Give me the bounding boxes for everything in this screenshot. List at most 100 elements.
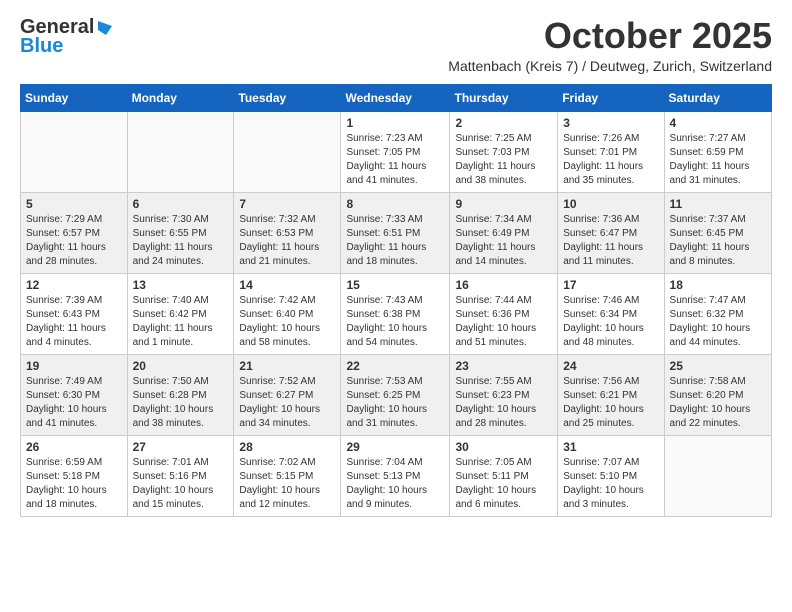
table-row: 19 Sunrise: 7:49 AMSunset: 6:30 PMDayligh…: [21, 354, 128, 435]
subtitle: Mattenbach (Kreis 7) / Deutweg, Zurich, …: [448, 58, 772, 74]
logo: General Blue: [20, 16, 114, 58]
table-row: 7 Sunrise: 7:32 AMSunset: 6:53 PMDaylight…: [234, 192, 341, 273]
day-info: Sunrise: 7:27 AMSunset: 6:59 PMDaylight:…: [670, 132, 766, 188]
day-info: Sunrise: 7:25 AMSunset: 7:03 PMDaylight:…: [455, 132, 552, 188]
day-info: Sunrise: 7:39 AMSunset: 6:43 PMDaylight:…: [26, 294, 122, 350]
day-info: Sunrise: 7:02 AMSunset: 5:15 PMDaylight:…: [239, 456, 335, 512]
day-info: Sunrise: 7:37 AMSunset: 6:45 PMDaylight:…: [670, 213, 766, 269]
table-row: 21 Sunrise: 7:52 AMSunset: 6:27 PMDayligh…: [234, 354, 341, 435]
table-row: 25Sunrise: 7:58 AMSunset: 6:20 PMDayligh…: [664, 354, 771, 435]
day-number: 23: [455, 359, 552, 373]
day-info: Sunrise: 7:01 AMSunset: 5:16 PMDaylight:…: [133, 456, 229, 512]
header: General Blue October 2025 Mattenbach (Kr…: [20, 16, 772, 74]
day-number: 28: [239, 440, 335, 454]
table-row: 6 Sunrise: 7:30 AMSunset: 6:55 PMDaylight…: [127, 192, 234, 273]
title-block: October 2025 Mattenbach (Kreis 7) / Deut…: [448, 16, 772, 74]
calendar-table: Sunday Monday Tuesday Wednesday Thursday…: [20, 84, 772, 517]
col-monday: Monday: [127, 84, 234, 111]
day-number: 19: [26, 359, 122, 373]
day-number: 5: [26, 197, 122, 211]
table-row: 23Sunrise: 7:55 AMSunset: 6:23 PMDayligh…: [450, 354, 558, 435]
table-row: [234, 111, 341, 192]
day-info: Sunrise: 7:42 AMSunset: 6:40 PMDaylight:…: [239, 294, 335, 350]
table-row: 22Sunrise: 7:53 AMSunset: 6:25 PMDayligh…: [341, 354, 450, 435]
table-row: 30Sunrise: 7:05 AMSunset: 5:11 PMDayligh…: [450, 435, 558, 516]
day-number: 29: [346, 440, 444, 454]
day-number: 7: [239, 197, 335, 211]
day-number: 6: [133, 197, 229, 211]
day-info: Sunrise: 7:50 AMSunset: 6:28 PMDaylight:…: [133, 375, 229, 431]
day-number: 4: [670, 116, 766, 130]
day-info: Sunrise: 7:46 AMSunset: 6:34 PMDaylight:…: [563, 294, 658, 350]
day-info: Sunrise: 7:36 AMSunset: 6:47 PMDaylight:…: [563, 213, 658, 269]
day-number: 8: [346, 197, 444, 211]
day-number: 24: [563, 359, 658, 373]
logo-icon: [96, 19, 114, 37]
day-info: Sunrise: 7:47 AMSunset: 6:32 PMDaylight:…: [670, 294, 766, 350]
table-row: 13 Sunrise: 7:40 AMSunset: 6:42 PMDayligh…: [127, 273, 234, 354]
day-info: Sunrise: 7:40 AMSunset: 6:42 PMDaylight:…: [133, 294, 229, 350]
day-info: Sunrise: 7:52 AMSunset: 6:27 PMDaylight:…: [239, 375, 335, 431]
day-info: Sunrise: 7:30 AMSunset: 6:55 PMDaylight:…: [133, 213, 229, 269]
day-number: 10: [563, 197, 658, 211]
calendar-week-row: 12 Sunrise: 7:39 AMSunset: 6:43 PMDayligh…: [21, 273, 772, 354]
day-info: Sunrise: 7:44 AMSunset: 6:36 PMDaylight:…: [455, 294, 552, 350]
table-row: 20 Sunrise: 7:50 AMSunset: 6:28 PMDayligh…: [127, 354, 234, 435]
day-number: 30: [455, 440, 552, 454]
table-row: 12 Sunrise: 7:39 AMSunset: 6:43 PMDayligh…: [21, 273, 128, 354]
calendar-week-row: 1 Sunrise: 7:23 AMSunset: 7:05 PMDaylight…: [21, 111, 772, 192]
day-info: Sunrise: 6:59 AMSunset: 5:18 PMDaylight:…: [26, 456, 122, 512]
logo-blue: Blue: [20, 35, 63, 58]
table-row: 18 Sunrise: 7:47 AMSunset: 6:32 PMDayligh…: [664, 273, 771, 354]
day-number: 13: [133, 278, 229, 292]
day-number: 3: [563, 116, 658, 130]
table-row: 24 Sunrise: 7:56 AMSunset: 6:21 PMDayligh…: [558, 354, 664, 435]
day-number: 20: [133, 359, 229, 373]
table-row: 9Sunrise: 7:34 AMSunset: 6:49 PMDaylight…: [450, 192, 558, 273]
col-thursday: Thursday: [450, 84, 558, 111]
day-number: 1: [346, 116, 444, 130]
table-row: 2 Sunrise: 7:25 AMSunset: 7:03 PMDaylight…: [450, 111, 558, 192]
day-info: Sunrise: 7:56 AMSunset: 6:21 PMDaylight:…: [563, 375, 658, 431]
calendar-week-row: 5 Sunrise: 7:29 AMSunset: 6:57 PMDaylight…: [21, 192, 772, 273]
day-number: 15: [346, 278, 444, 292]
day-number: 26: [26, 440, 122, 454]
day-number: 21: [239, 359, 335, 373]
table-row: 31Sunrise: 7:07 AMSunset: 5:10 PMDayligh…: [558, 435, 664, 516]
day-number: 14: [239, 278, 335, 292]
day-info: Sunrise: 7:29 AMSunset: 6:57 PMDaylight:…: [26, 213, 122, 269]
day-info: Sunrise: 7:07 AMSunset: 5:10 PMDaylight:…: [563, 456, 658, 512]
day-info: Sunrise: 7:04 AMSunset: 5:13 PMDaylight:…: [346, 456, 444, 512]
table-row: 27 Sunrise: 7:01 AMSunset: 5:16 PMDayligh…: [127, 435, 234, 516]
day-info: Sunrise: 7:49 AMSunset: 6:30 PMDaylight:…: [26, 375, 122, 431]
table-row: 26 Sunrise: 6:59 AMSunset: 5:18 PMDayligh…: [21, 435, 128, 516]
day-number: 12: [26, 278, 122, 292]
table-row: 1 Sunrise: 7:23 AMSunset: 7:05 PMDaylight…: [341, 111, 450, 192]
table-row: [127, 111, 234, 192]
day-number: 11: [670, 197, 766, 211]
day-number: 18: [670, 278, 766, 292]
day-info: Sunrise: 7:53 AMSunset: 6:25 PMDaylight:…: [346, 375, 444, 431]
col-friday: Friday: [558, 84, 664, 111]
table-row: 11 Sunrise: 7:37 AMSunset: 6:45 PMDayligh…: [664, 192, 771, 273]
table-row: [664, 435, 771, 516]
day-info: Sunrise: 7:26 AMSunset: 7:01 PMDaylight:…: [563, 132, 658, 188]
col-tuesday: Tuesday: [234, 84, 341, 111]
day-info: Sunrise: 7:33 AMSunset: 6:51 PMDaylight:…: [346, 213, 444, 269]
table-row: 3 Sunrise: 7:26 AMSunset: 7:01 PMDaylight…: [558, 111, 664, 192]
table-row: 17 Sunrise: 7:46 AMSunset: 6:34 PMDayligh…: [558, 273, 664, 354]
table-row: [21, 111, 128, 192]
day-number: 17: [563, 278, 658, 292]
day-number: 2: [455, 116, 552, 130]
col-sunday: Sunday: [21, 84, 128, 111]
page-container: General Blue October 2025 Mattenbach (Kr…: [0, 0, 792, 533]
table-row: 14 Sunrise: 7:42 AMSunset: 6:40 PMDayligh…: [234, 273, 341, 354]
day-info: Sunrise: 7:58 AMSunset: 6:20 PMDaylight:…: [670, 375, 766, 431]
day-info: Sunrise: 7:32 AMSunset: 6:53 PMDaylight:…: [239, 213, 335, 269]
day-number: 27: [133, 440, 229, 454]
calendar-week-row: 26 Sunrise: 6:59 AMSunset: 5:18 PMDayligh…: [21, 435, 772, 516]
calendar-week-row: 19 Sunrise: 7:49 AMSunset: 6:30 PMDayligh…: [21, 354, 772, 435]
table-row: 28 Sunrise: 7:02 AMSunset: 5:15 PMDayligh…: [234, 435, 341, 516]
day-info: Sunrise: 7:23 AMSunset: 7:05 PMDaylight:…: [346, 132, 444, 188]
day-info: Sunrise: 7:34 AMSunset: 6:49 PMDaylight:…: [455, 213, 552, 269]
